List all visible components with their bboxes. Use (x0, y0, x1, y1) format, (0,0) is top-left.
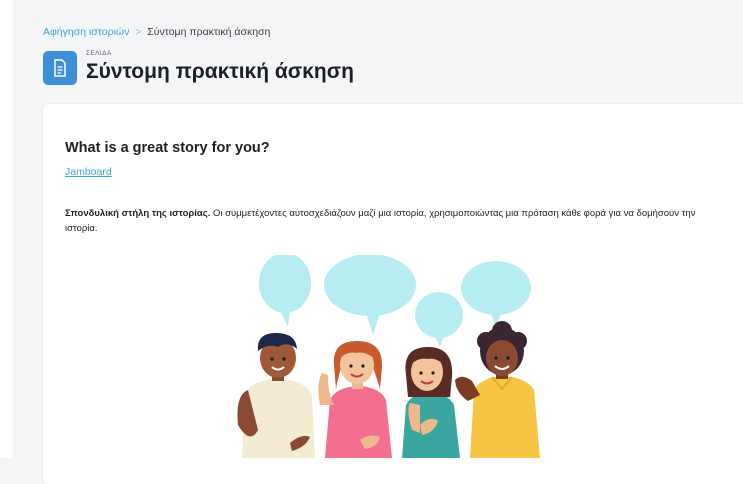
page-type-label: ΣΕΛΙΔΑ (86, 50, 112, 57)
page-title: Σύντομη πρακτική άσκηση (86, 60, 354, 83)
breadcrumb-current: Σύντομη πρακτική άσκηση (147, 26, 271, 38)
breadcrumb: Αφήγηση ιστοριών > Σύντομη πρακτική άσκη… (43, 26, 270, 38)
jamboard-link[interactable]: Jamboard (65, 166, 112, 178)
left-edge-strip (0, 0, 13, 458)
people-talking-illustration (230, 253, 540, 458)
document-icon (43, 51, 77, 85)
breadcrumb-separator: > (135, 26, 142, 38)
breadcrumb-link-parent[interactable]: Αφήγηση ιστοριών (43, 26, 129, 38)
description-paragraph: Σπονδυλική στήλη της ιστορίας. Οι συμμετ… (65, 206, 725, 236)
description-bold: Σπονδυλική στήλη της ιστορίας. (65, 208, 211, 219)
section-heading: What is a great story for you? (65, 140, 270, 156)
